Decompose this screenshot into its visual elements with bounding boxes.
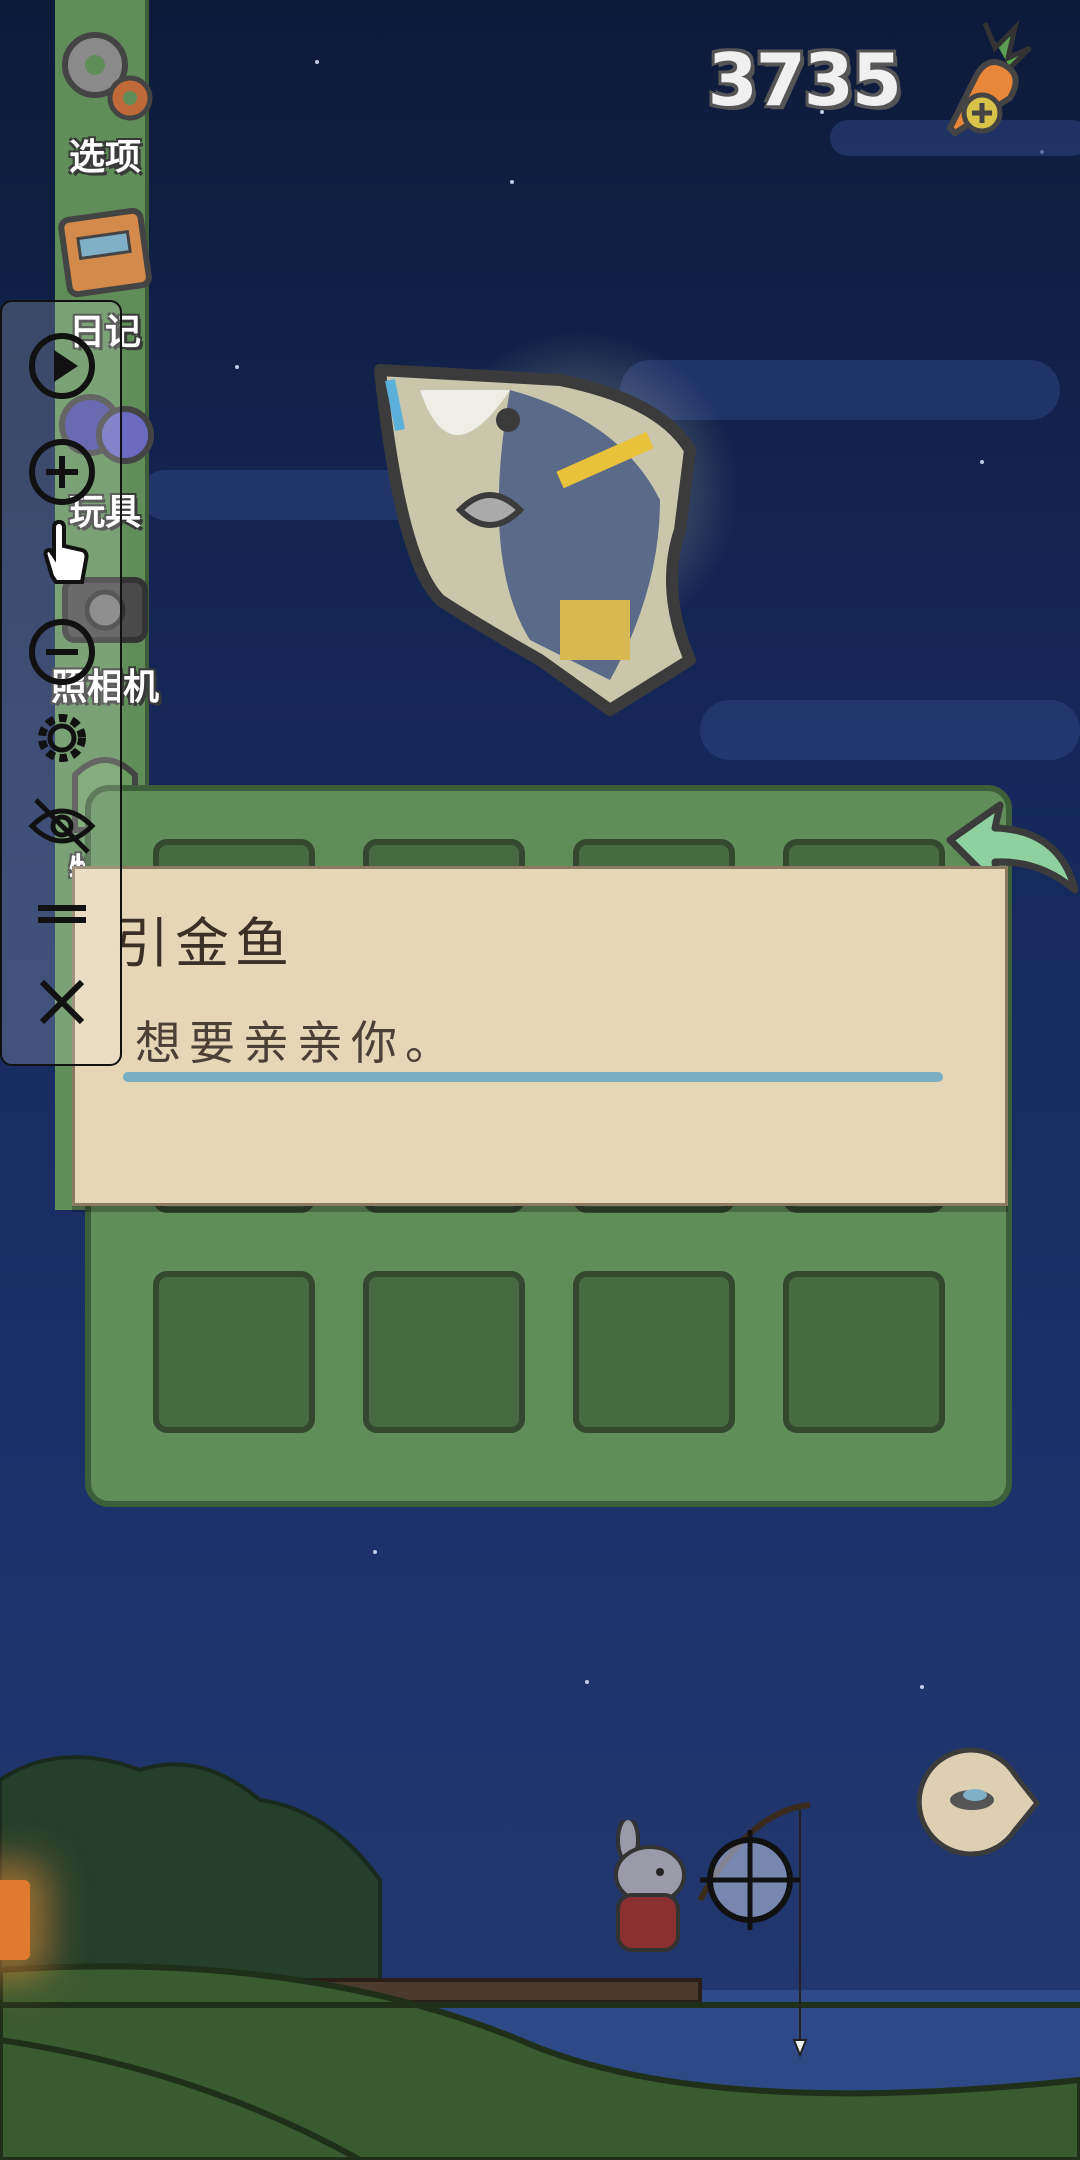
star (235, 365, 239, 369)
cloud (700, 700, 1080, 760)
catalog-slot[interactable] (153, 1271, 315, 1433)
gear-icon (62, 32, 153, 121)
fish-dialog[interactable]: 引金鱼 想要亲亲你。 (72, 866, 1008, 1206)
menu-icon[interactable] (26, 878, 98, 950)
diary-icon (58, 207, 152, 298)
zoom-out-icon[interactable] (26, 616, 98, 688)
dialog-divider (123, 1072, 943, 1082)
dialog-title: 引金鱼 (115, 912, 295, 975)
star (373, 1550, 377, 1554)
fish-illustration (374, 364, 696, 716)
touch-icon[interactable] (26, 516, 98, 588)
dialog-text: 想要亲亲你。 (135, 1016, 459, 1070)
star (315, 60, 319, 64)
hide-icon[interactable] (26, 790, 98, 862)
star (585, 1680, 589, 1684)
catalog-slot[interactable] (573, 1271, 735, 1433)
star (510, 180, 514, 184)
star (920, 1685, 924, 1689)
settings-icon[interactable] (26, 702, 98, 774)
overlay-control-panel (0, 300, 122, 1066)
play-icon[interactable] (26, 330, 98, 402)
lantern (0, 1880, 30, 1960)
sidebar-item-label: 选项 (68, 137, 141, 178)
catalog-slot[interactable] (363, 1271, 525, 1433)
catalog-slot[interactable] (783, 1271, 945, 1433)
sidebar-item-options[interactable]: 选项 (30, 20, 180, 180)
star (980, 460, 984, 464)
add-carrots-button[interactable] (930, 18, 1040, 138)
fish-basket-button[interactable] (915, 1745, 1040, 1860)
carrot-count: 3735 (707, 38, 902, 122)
close-icon[interactable] (26, 966, 98, 1038)
zoom-in-icon[interactable] (26, 436, 98, 508)
aim-crosshair[interactable] (700, 1830, 800, 1930)
